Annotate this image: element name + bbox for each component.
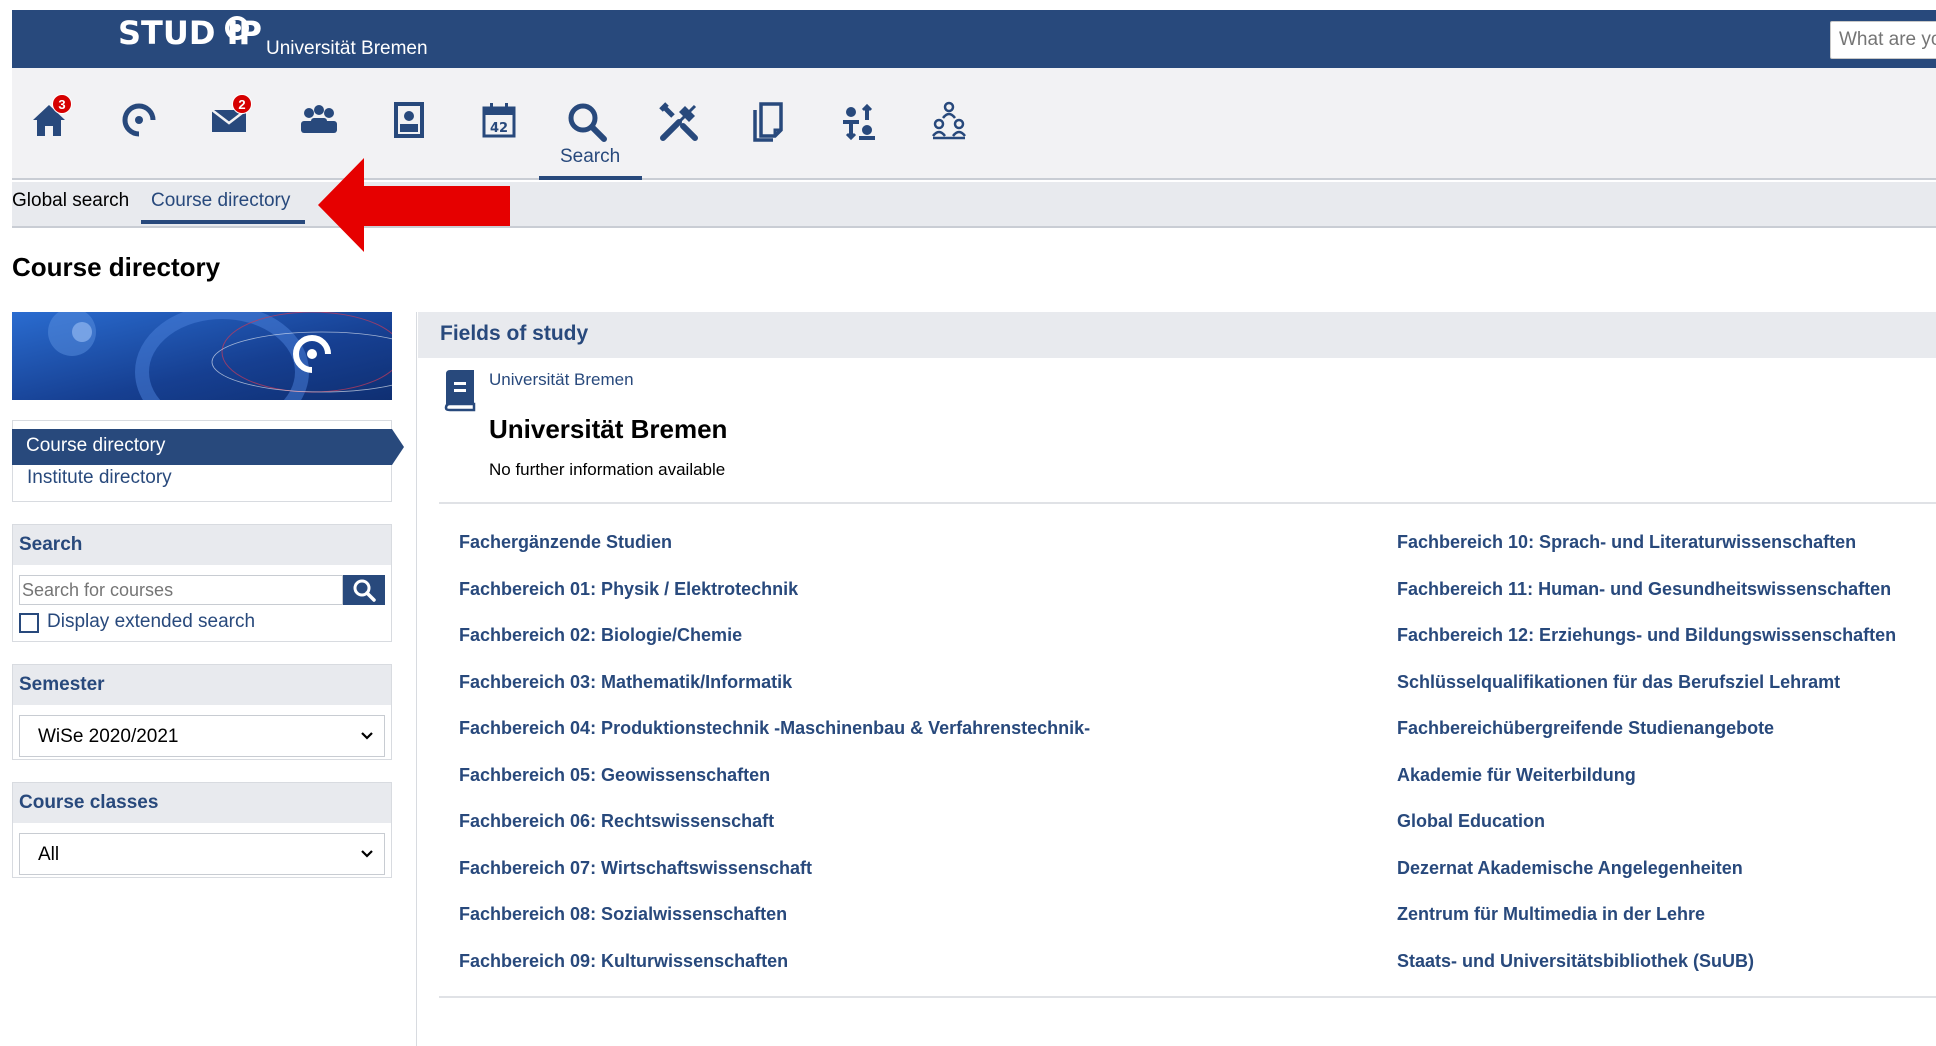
tab-global-search[interactable]: Global search	[12, 190, 129, 212]
field-link[interactable]: Fachbereich 12: Erziehungs- und Bildungs…	[1397, 625, 1896, 646]
nav-planner[interactable]: 42	[472, 100, 526, 156]
nav-organization[interactable]	[922, 100, 976, 156]
separator-bottom	[439, 996, 1936, 998]
nav-messages[interactable]: 2	[202, 94, 256, 156]
course-classes-widget: Course classes All	[12, 782, 392, 878]
org-name: Universität Bremen	[266, 38, 428, 59]
calendar-icon: 42	[482, 103, 516, 138]
course-search-row	[19, 575, 385, 607]
field-link[interactable]: Staats- und Universitätsbibliothek (SuUB…	[1397, 951, 1754, 972]
studip-ring-icon	[122, 103, 156, 137]
semester-select[interactable]: WiSe 2020/2021	[19, 715, 385, 757]
search-widget-title: Search	[13, 525, 391, 565]
global-search-input[interactable]	[1830, 21, 1936, 59]
field-link[interactable]: Schlüsselqualifikationen für das Berufsz…	[1397, 672, 1840, 693]
annotation-arrow-icon	[318, 158, 510, 252]
chevron-down-icon	[361, 850, 373, 858]
nav-home[interactable]: 3	[22, 94, 76, 156]
search-icon	[353, 579, 376, 602]
nav-community[interactable]	[292, 100, 346, 156]
exchange-icon	[843, 103, 875, 141]
field-link[interactable]: Fachergänzende Studien	[459, 532, 672, 553]
extended-search-label: Display extended search	[47, 611, 256, 632]
field-link[interactable]: Fachbereich 11: Human- und Gesundheitswi…	[1397, 579, 1891, 600]
community-icon	[301, 105, 337, 133]
separator-top	[439, 502, 1936, 504]
messages-badge: 2	[232, 94, 252, 114]
content-divider	[416, 312, 417, 1046]
tools-icon	[659, 102, 698, 141]
breadcrumb[interactable]: Universität Bremen	[489, 370, 634, 390]
field-link[interactable]: Fachbereich 04: Produktionstechnik -Masc…	[459, 718, 1090, 739]
files-icon	[753, 102, 783, 142]
nav-start[interactable]	[112, 100, 166, 156]
extended-search-toggle[interactable]: Display extended search	[19, 609, 385, 639]
nav-exchange[interactable]	[832, 100, 886, 156]
field-link[interactable]: Fachbereich 03: Mathematik/Informatik	[459, 672, 792, 693]
search-widget: Search Display extended search	[12, 524, 392, 642]
field-link[interactable]: Akademie für Weiterbildung	[1397, 765, 1636, 786]
logo-ring-icon	[225, 16, 249, 40]
field-link[interactable]: Fachbereich 02: Biologie/Chemie	[459, 625, 742, 646]
nav-tools[interactable]	[652, 100, 706, 156]
nav-profile[interactable]	[382, 100, 436, 156]
profile-icon	[394, 102, 424, 138]
field-link[interactable]: Global Education	[1397, 811, 1545, 832]
chevron-down-icon	[361, 732, 373, 740]
page-title: Course directory	[12, 252, 221, 282]
nav-search-label: Search	[560, 146, 621, 167]
sidebar-banner-image	[12, 312, 392, 400]
top-header-bar: STUD IP Universität Bremen	[12, 10, 1936, 68]
active-tab-underline	[141, 220, 305, 224]
views-widget: Course directory Institute directory	[12, 420, 404, 502]
semester-widget: Semester WiSe 2020/2021	[12, 664, 392, 760]
course-search-button[interactable]	[343, 575, 385, 605]
main-navigation: 3 2 42 Search	[12, 68, 1936, 180]
home-badge: 3	[52, 94, 72, 114]
semester-selected-value: WiSe 2020/2021	[38, 726, 179, 747]
field-link[interactable]: Fachbereichübergreifende Studienangebote	[1397, 718, 1774, 739]
field-link[interactable]: Fachbereich 01: Physik / Elektrotechnik	[459, 579, 798, 600]
tab-course-directory[interactable]: Course directory	[151, 190, 290, 212]
view-course-directory[interactable]: Course directory	[12, 429, 404, 465]
course-search-input[interactable]	[19, 575, 343, 605]
organization-icon	[932, 101, 966, 140]
book-icon	[444, 370, 476, 412]
field-link[interactable]: Fachbereich 08: Sozialwissenschaften	[459, 904, 787, 925]
search-icon	[568, 103, 607, 142]
field-link[interactable]: Dezernat Akademische Angelegenheiten	[1397, 858, 1743, 879]
field-link[interactable]: Fachbereich 06: Rechtswissenschaft	[459, 811, 774, 832]
course-classes-select[interactable]: All	[19, 833, 385, 875]
field-link[interactable]: Fachbereich 10: Sprach- und Literaturwis…	[1397, 532, 1856, 553]
view-institute-directory[interactable]: Institute directory	[27, 467, 172, 489]
nav-search[interactable]: Search	[560, 100, 620, 167]
institution-info: No further information available	[489, 460, 726, 479]
svg-text:42: 42	[490, 121, 508, 136]
course-classes-selected-value: All	[38, 844, 60, 865]
extended-search-checkbox[interactable]	[19, 613, 39, 633]
field-link[interactable]: Fachbereich 07: Wirtschaftswissenschaft	[459, 858, 812, 879]
nav-active-indicator	[539, 176, 642, 180]
semester-widget-title: Semester	[13, 665, 391, 705]
field-link[interactable]: Zentrum für Multimedia in der Lehre	[1397, 904, 1705, 925]
sidebar-banner-graphic	[12, 312, 392, 400]
field-link[interactable]: Fachbereich 09: Kulturwissenschaften	[459, 951, 788, 972]
course-classes-widget-title: Course classes	[13, 783, 391, 823]
institution-title: Universität Bremen	[489, 414, 728, 444]
nav-files[interactable]	[742, 100, 796, 156]
subnavigation-tabs: Global search Course directory	[12, 182, 1936, 228]
fields-of-study-header: Fields of study	[418, 312, 1936, 358]
field-link[interactable]: Fachbereich 05: Geowissenschaften	[459, 765, 770, 786]
